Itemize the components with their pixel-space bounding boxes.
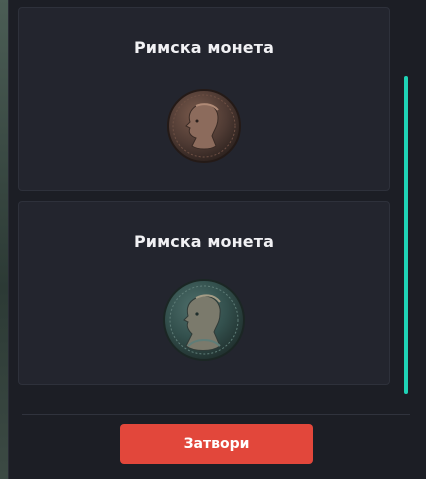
scrollbar[interactable] <box>404 8 408 398</box>
bronze-roman-coin-icon <box>166 88 242 168</box>
close-button[interactable]: Затвори <box>120 424 313 464</box>
scrollbar-thumb[interactable] <box>404 76 408 394</box>
item-list[interactable]: Римска монета Римска монета <box>18 7 391 387</box>
patina-roman-coin-icon <box>162 278 246 366</box>
item-card[interactable]: Римска монета <box>18 7 390 191</box>
item-card[interactable]: Римска монета <box>18 201 390 385</box>
item-title: Римска монета <box>133 232 275 251</box>
footer-divider <box>22 414 410 415</box>
item-title: Римска монета <box>133 38 275 57</box>
